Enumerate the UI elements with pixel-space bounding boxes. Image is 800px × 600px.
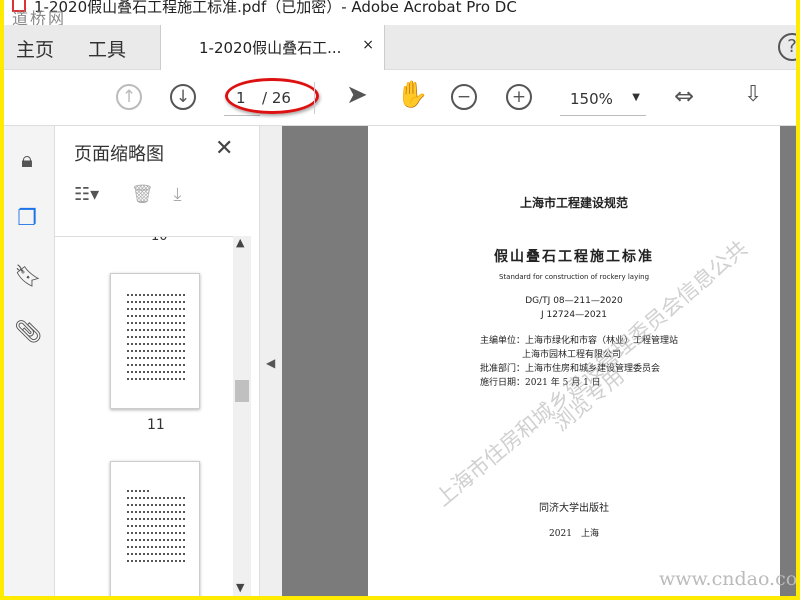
site-watermark: www.cndao.com: [659, 568, 796, 590]
zoom-in-button[interactable]: +: [506, 84, 532, 110]
close-tab-button[interactable]: ×: [362, 37, 374, 53]
publisher: 同济大学出版社: [539, 503, 609, 514]
document-view[interactable]: 上海市工程建设规范 假山叠石工程施工标准 Standard for constr…: [282, 126, 796, 596]
page-fit-icon[interactable]: ⇔: [674, 82, 694, 110]
zoom-out-button[interactable]: −: [451, 84, 477, 110]
site-logo: 道桥网: [12, 9, 67, 28]
scroll-up-icon[interactable]: ▲: [236, 236, 244, 249]
attachment-icon[interactable]: 📎︎: [14, 320, 42, 350]
scroll-mode-icon[interactable]: ⇩: [744, 82, 762, 107]
select-tool-cursor-icon[interactable]: ➤: [346, 80, 368, 110]
extract-icon[interactable]: ⤓: [174, 184, 182, 205]
zoom-select[interactable]: 150% ▼: [560, 86, 646, 116]
thumbnail-options: ☷▾ 🗑︎ ⤓: [74, 184, 181, 205]
thumbnail-panel: 页面缩略图 ✕ ☷▾ 🗑︎ ⤓ 10 11 ▲ ▼: [55, 126, 260, 596]
delete-icon[interactable]: 🗑︎: [131, 184, 154, 205]
chevron-down-icon: ▼: [632, 92, 640, 103]
panel-title: 页面缩略图: [74, 144, 164, 165]
red-highlight-ellipse: [225, 78, 319, 114]
series-name: 上海市工程建设规范: [519, 196, 628, 210]
next-page-button[interactable]: ↓: [170, 84, 196, 110]
publish-place: 2021 上海: [549, 529, 599, 539]
collapse-arrow-icon[interactable]: ◀: [266, 356, 275, 370]
pdf-page: 上海市工程建设规范 假山叠石工程施工标准 Standard for constr…: [368, 126, 780, 596]
tab-document[interactable]: 1-2020假山叠石工... ×: [160, 25, 385, 71]
thumbnail-list: 10 11: [55, 236, 239, 596]
page-thumbnail-12[interactable]: [110, 461, 200, 596]
bookmark-icon[interactable]: 🔖︎: [14, 264, 42, 294]
hand-tool-icon[interactable]: ✋: [396, 80, 428, 110]
panel-collapse-handle[interactable]: ◀: [260, 126, 282, 596]
page-thumbnails-icon[interactable]: ❐: [14, 206, 40, 236]
standard-code: DG/TJ 08—211—2020: [525, 296, 623, 306]
left-rail: 🔒︎ ❐ 🔖︎ 📎︎: [4, 126, 55, 596]
tab-home[interactable]: 主页: [16, 35, 54, 62]
scrollbar-thumb[interactable]: [235, 380, 249, 402]
thumbnail-label: 10: [151, 236, 168, 244]
scroll-down-icon[interactable]: ▼: [236, 581, 244, 594]
tab-bar: 主页 工具 1-2020假山叠石工... × ?: [4, 25, 796, 71]
previous-page-button[interactable]: ↑: [116, 84, 142, 110]
help-icon[interactable]: ?: [778, 33, 796, 61]
toolbar: ↑ ↓ 1 / 26 ➤ ✋ − + 150% ▼ ⇔ ⇩: [4, 70, 796, 126]
lock-icon[interactable]: 🔒︎: [14, 148, 40, 178]
thumbnail-options-icon[interactable]: ☷▾: [74, 184, 99, 205]
tab-tools[interactable]: 工具: [88, 35, 126, 62]
record-code: J 12724—2021: [540, 310, 608, 320]
close-panel-button[interactable]: ✕: [215, 136, 233, 161]
page-thumbnail-11[interactable]: [110, 273, 200, 409]
thumbnail-label: 11: [147, 417, 165, 433]
thumbnail-scrollbar[interactable]: ▲ ▼: [233, 236, 251, 596]
divider: [314, 82, 315, 114]
window-title: 1-2020假山叠石工程施工标准.pdf（已加密）- Adobe Acrobat…: [4, 0, 796, 28]
